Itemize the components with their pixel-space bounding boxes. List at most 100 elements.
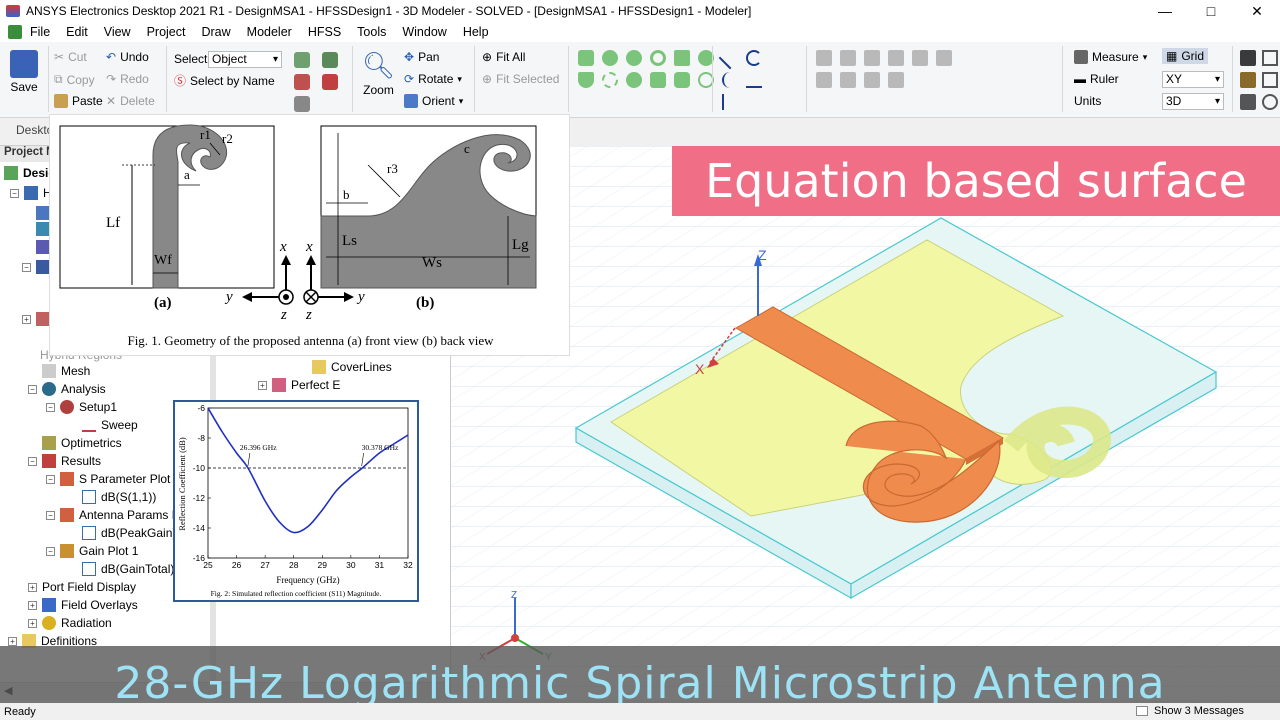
- show-messages-button[interactable]: Show 3 Messages: [1154, 705, 1244, 717]
- redo-button[interactable]: ↷ Redo: [106, 72, 149, 86]
- tree-item-hidden-3[interactable]: [36, 240, 50, 254]
- expand-icon: +: [8, 636, 17, 646]
- refresh-icon[interactable]: [1262, 94, 1278, 110]
- thicken-icon[interactable]: [816, 72, 832, 88]
- tree-item-hidden-2[interactable]: [36, 222, 50, 236]
- units-button[interactable]: Units: [1074, 94, 1101, 108]
- pan-button[interactable]: ✥ Pan: [404, 50, 439, 64]
- sweep-icon[interactable]: [936, 50, 952, 66]
- spline-icon[interactable]: [722, 72, 738, 88]
- save-button[interactable]: Save: [10, 50, 38, 94]
- grid-button[interactable]: ▦ Grid: [1162, 48, 1209, 64]
- orient-button[interactable]: Orient ▾: [404, 94, 463, 108]
- sphere-icon[interactable]: [626, 50, 642, 66]
- select-vertex-icon[interactable]: [294, 96, 310, 112]
- menu-window[interactable]: Window: [394, 25, 454, 39]
- duplicate-icon[interactable]: [888, 72, 904, 88]
- tree-item-optimetrics[interactable]: Optimetrics: [42, 436, 122, 450]
- tree-item-port-field[interactable]: + Port Field Display: [28, 580, 136, 594]
- select-edge-icon[interactable]: [294, 74, 310, 90]
- select-face-icon[interactable]: [294, 52, 310, 68]
- menu-edit[interactable]: Edit: [58, 25, 96, 39]
- rotate-button[interactable]: ⟳ Rotate ▾: [404, 72, 462, 86]
- tree-item-antenna-params[interactable]: − Antenna Params Plo: [46, 508, 189, 522]
- tree-item-s-parameter-plot[interactable]: − S Parameter Plot 1: [46, 472, 180, 486]
- menu-help[interactable]: Help: [455, 25, 497, 39]
- select-object-icon[interactable]: [322, 52, 338, 68]
- tree-item-setup1[interactable]: − Setup1: [46, 400, 117, 414]
- zoom-button[interactable]: 🔍︎ Zoom: [362, 50, 395, 97]
- imprint-icon[interactable]: [912, 50, 928, 66]
- tree-item-sweep[interactable]: Sweep: [82, 418, 138, 432]
- tree-item-hidden-5[interactable]: +: [22, 312, 50, 326]
- arc-icon[interactable]: [746, 50, 762, 66]
- menu-project[interactable]: Project: [139, 25, 194, 39]
- menu-hfss[interactable]: HFSS: [300, 25, 349, 39]
- mirror-icon[interactable]: [864, 72, 880, 88]
- equation-curve-icon[interactable]: [746, 72, 762, 88]
- view-mode-dropdown[interactable]: 3D: [1162, 93, 1224, 110]
- intersect-icon[interactable]: [864, 50, 880, 66]
- tree-item-results[interactable]: − Results: [28, 454, 101, 468]
- unite-icon[interactable]: [816, 50, 832, 66]
- select-by-name-button[interactable]: Ⓢ Select by Name: [174, 72, 275, 89]
- fit-all-button[interactable]: ⊕ Fit All: [482, 50, 525, 64]
- menu-modeler[interactable]: Modeler: [239, 25, 300, 39]
- torus-icon[interactable]: [650, 50, 666, 66]
- close-button[interactable]: ✕: [1234, 0, 1280, 22]
- menu-draw[interactable]: Draw: [193, 25, 238, 39]
- subtract-icon[interactable]: [840, 50, 856, 66]
- measure-button[interactable]: Measure ▾: [1074, 50, 1147, 64]
- tree-item-field-overlays[interactable]: + Field Overlays: [28, 598, 138, 612]
- tree-item-s11[interactable]: dB(S(1,1)): [82, 490, 156, 504]
- tree-item-peak-gain[interactable]: dB(PeakGain): [82, 526, 176, 540]
- tree-item-coverlines[interactable]: CoverLines: [312, 360, 392, 374]
- tree-item-gain-total[interactable]: dB(GainTotal): [82, 562, 174, 576]
- tree-item-gain-plot[interactable]: − Gain Plot 1: [46, 544, 138, 558]
- tree-item-hidden-4[interactable]: −: [22, 260, 50, 274]
- layout-icon-5[interactable]: [1240, 94, 1256, 110]
- undo-button[interactable]: ↶ Undo: [106, 50, 149, 64]
- boolean-tools: [816, 50, 952, 88]
- 3d-scene[interactable]: Z X Z X Y: [451, 146, 1280, 700]
- tree-item-analysis[interactable]: − Analysis: [28, 382, 106, 396]
- tree-item-mesh[interactable]: Mesh: [42, 364, 90, 378]
- modeler-viewport[interactable]: Z X Z X Y: [450, 146, 1280, 700]
- tree-item-hidden-1[interactable]: [36, 206, 50, 220]
- menu-view[interactable]: View: [96, 25, 139, 39]
- select-mode-dropdown[interactable]: Object: [208, 51, 282, 68]
- cut-button[interactable]: ✂ Cut: [54, 50, 87, 64]
- line-icon[interactable]: [718, 46, 742, 70]
- cone-icon[interactable]: [578, 72, 594, 88]
- rectangle-icon[interactable]: [674, 50, 690, 66]
- maximize-button[interactable]: □: [1188, 0, 1234, 22]
- polygon-icon[interactable]: [650, 72, 666, 88]
- box-icon[interactable]: [578, 50, 594, 66]
- menu-file[interactable]: File: [22, 25, 58, 39]
- delete-button[interactable]: ✕ Delete: [106, 94, 155, 108]
- menu-tools[interactable]: Tools: [349, 25, 394, 39]
- tree-item-hfss[interactable]: − H: [10, 186, 52, 200]
- regular-polyhedron-icon[interactable]: [674, 72, 690, 88]
- cover-icon[interactable]: [840, 72, 856, 88]
- copy-button[interactable]: ⧉ Copy: [54, 72, 95, 87]
- sketch-icon[interactable]: [722, 94, 738, 110]
- ruler-button[interactable]: ▬ Ruler: [1074, 72, 1119, 86]
- minimize-button[interactable]: —: [1142, 0, 1188, 22]
- x-tick-label: 32: [403, 560, 413, 570]
- circle-icon[interactable]: [626, 72, 642, 88]
- layout-icon-2[interactable]: [1262, 50, 1278, 66]
- cylinder-icon[interactable]: [602, 50, 618, 66]
- paste-button[interactable]: Paste: [54, 94, 103, 108]
- layout-icon-1[interactable]: [1240, 50, 1256, 66]
- layout-icon-4[interactable]: [1262, 72, 1278, 88]
- helix-icon[interactable]: [602, 72, 618, 88]
- tree-item-design[interactable]: Desig: [4, 166, 56, 180]
- grid-plane-dropdown[interactable]: XY: [1162, 71, 1224, 88]
- fit-selected-button[interactable]: ⊕ Fit Selected: [482, 72, 559, 86]
- split-icon[interactable]: [888, 50, 904, 66]
- tree-item-radiation[interactable]: + Radiation: [28, 616, 112, 630]
- tree-item-perfect-e[interactable]: + Perfect E: [258, 378, 340, 392]
- deselect-icon[interactable]: [322, 74, 338, 90]
- layout-icon-3[interactable]: [1240, 72, 1256, 88]
